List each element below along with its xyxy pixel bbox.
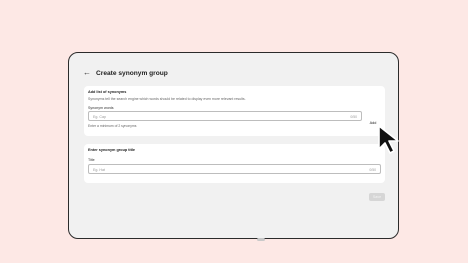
synonym-words-input[interactable]: Eg. Cap 0/50 [88, 111, 362, 121]
page-title: Create synonym group [96, 69, 168, 77]
tablet-screen: ← Create synonym group Add list of synon… [68, 52, 399, 239]
input-placeholder: Eg. Cap [93, 114, 106, 119]
character-counter: 0/50 [369, 167, 376, 172]
synonym-list-card: Add list of synonyms Synonyms tell the s… [84, 86, 385, 136]
arrow-left-icon[interactable]: ← [83, 69, 91, 77]
page-header: ← Create synonym group [83, 69, 168, 77]
card-title: Add list of synonyms [88, 90, 127, 94]
synonym-words-label: Synonym words [88, 105, 114, 110]
mouse-pointer-icon [378, 125, 399, 154]
card-description: Synonyms tell the search engine which wo… [88, 96, 246, 101]
title-card: Enter synonym group title Title Eg. Hat … [84, 144, 385, 183]
character-counter: 0/50 [350, 114, 357, 119]
save-button[interactable]: Save [369, 193, 385, 201]
input-placeholder: Eg. Hat [93, 167, 105, 172]
home-indicator [257, 238, 265, 241]
title-label: Title [88, 158, 95, 162]
card-title: Enter synonym group title [88, 148, 136, 152]
help-text: Enter a minimum of 2 synonyms [88, 124, 137, 128]
title-input[interactable]: Eg. Hat 0/50 [88, 164, 381, 174]
